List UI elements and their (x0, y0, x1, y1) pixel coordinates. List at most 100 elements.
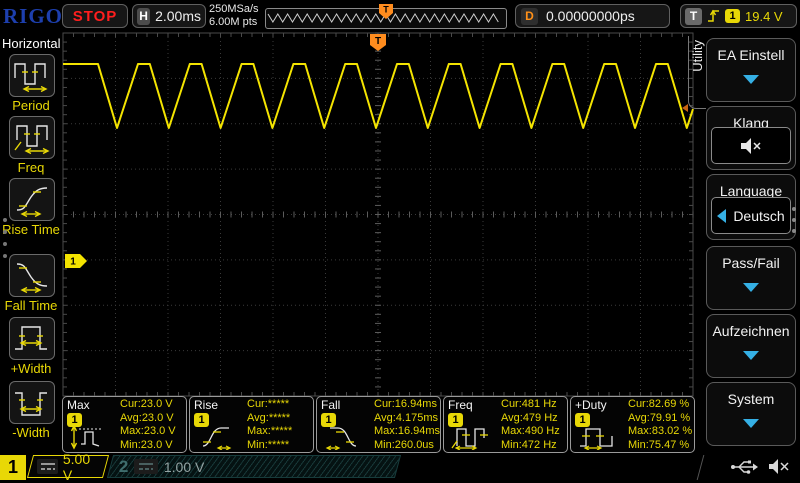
run-state-label: STOP (72, 7, 118, 25)
acquisition-readout: 250MSa/s 6.00M pts (209, 3, 259, 29)
trigger-position-icon[interactable]: T (378, 3, 394, 21)
measurement-value-row: Min:***** (247, 438, 290, 451)
menu-item-period[interactable] (9, 54, 55, 97)
menu-item-label: -Width (12, 425, 50, 440)
chevron-down-icon (743, 75, 759, 84)
softkey-label: Pass/Fail (722, 255, 780, 271)
minus-width-icon (15, 391, 47, 416)
trigger-source-badge: 1 (725, 9, 740, 23)
softkey-label: Aufzeichnen (712, 323, 790, 339)
left-menu-page-dots (3, 210, 7, 266)
plus-width-icon (15, 325, 47, 350)
measurement-value-row: Max:16.94ms (374, 425, 441, 437)
measurement-value-row: Cur:481 Hz (501, 398, 557, 410)
measurement-name: Freq (448, 398, 473, 412)
menu-item-minus-width[interactable] (9, 381, 55, 424)
freq-meas-icon (451, 428, 488, 450)
measurement-value-row: Min:472 Hz (501, 438, 557, 451)
softkey-aufzeichnen[interactable]: Aufzeichnen (706, 314, 796, 378)
measurement-panel-freq[interactable]: Freq 1 Cur:481 Hz Avg:479 Hz Max:490 Hz … (443, 396, 568, 453)
measurement-value-row: Max:83.02 % (628, 425, 693, 437)
t-badge: T (685, 7, 702, 25)
usb-icon (731, 460, 758, 474)
softkey-language[interactable]: Language Deutsch (706, 174, 796, 240)
channel2-badge: 2 (119, 456, 129, 476)
plus-duty-icon (580, 428, 613, 450)
sound-toggle[interactable] (711, 127, 791, 164)
speaker-muted-icon (769, 459, 789, 474)
chevron-down-icon (743, 283, 759, 292)
measurement-row: Max 1 Cur:23.0 V Avg:23.0 V Max:23.0 V M… (62, 396, 698, 454)
fall-time-icon (16, 262, 48, 293)
menu-item-fall-time[interactable] (9, 254, 55, 297)
trigger-readout: T 1 19.4 V (680, 4, 797, 28)
measurement-panel-plus-duty[interactable]: +Duty 1 Cur:82.69 % Avg:79.91 % Max:83.0… (570, 396, 695, 453)
menu-item-rise-time[interactable] (9, 178, 55, 221)
measurement-panel-fall[interactable]: Fall 1 Cur:16.94ms Avg:4.175ms Max:16.94… (316, 396, 441, 453)
right-menu-page-dots (792, 200, 796, 240)
measurement-value-row: Max:490 Hz (501, 425, 560, 437)
measurement-value-row: Max:23.0 V (120, 425, 176, 437)
bottom-bar: 1 5.00 V 2 1.00 V (0, 451, 800, 483)
top-bar: RIGOL STOP H 2.00ms 250MSa/s 6.00M pts T… (0, 0, 800, 32)
menu-item-freq[interactable] (9, 116, 55, 159)
softkey-label: System (727, 391, 775, 407)
menu-item-plus-width[interactable] (9, 317, 55, 360)
menu-item-label: Rise Time (2, 222, 60, 237)
softkey-ea-einstell[interactable]: EA Einstell (706, 38, 796, 102)
measurement-panel-max[interactable]: Max 1 Cur:23.0 V Avg:23.0 V Max:23.0 V M… (62, 396, 187, 453)
menu-item-label: Period (12, 98, 50, 113)
menu-item-label: Fall Time (4, 298, 58, 313)
softkey-klang[interactable]: Klang (706, 106, 796, 170)
softkey-pass-fail[interactable]: Pass/Fail (706, 246, 796, 310)
memory-depth: 6.00M pts (209, 16, 258, 28)
measurement-name: +Duty (575, 398, 607, 412)
language-select[interactable]: Deutsch (711, 197, 791, 234)
measurement-value-row: Cur:23.0 V (120, 398, 173, 410)
divider (696, 455, 705, 480)
svg-text:T: T (375, 36, 381, 47)
measurement-value-row: Avg:4.175ms (374, 411, 439, 424)
delay-readout: D 0.00000000ps (515, 4, 670, 28)
measurement-name: Rise (194, 398, 219, 412)
dc-coupling-icon (37, 459, 59, 474)
measurement-value-row: Min:260.0us (374, 438, 434, 451)
measurement-name: Max (67, 398, 90, 412)
measurement-value-row: Min:75.47 % (628, 438, 690, 451)
speaker-muted-icon (741, 137, 761, 154)
channel2-scale-value: 1.00 V (164, 458, 205, 475)
menu-item-label: Freq (17, 160, 45, 175)
measurement-value-row: Cur:***** (247, 398, 290, 410)
rising-edge-icon (708, 9, 719, 22)
utility-pointer-icon (682, 104, 688, 112)
d-badge: D (521, 7, 538, 25)
run-state-indicator: STOP (62, 4, 128, 28)
softkey-system[interactable]: System (706, 382, 796, 446)
channel2-scale[interactable]: 2 1.00 V (106, 455, 402, 478)
rise-meas-icon (202, 427, 232, 450)
left-menu-title: Horizontal (2, 36, 61, 51)
freq-icon (14, 124, 50, 154)
trigger-level-value: 19.4 V (745, 8, 783, 24)
channel1-badge[interactable]: 1 (0, 455, 26, 480)
delay-value: 0.00000000ps (546, 8, 635, 24)
max-icon (70, 424, 102, 450)
waveform-preview-bar[interactable]: T (265, 4, 507, 29)
measurement-value-row: Avg:***** (247, 411, 291, 424)
measurement-name: Fall (321, 398, 341, 412)
language-value: Deutsch (733, 207, 785, 224)
period-icon (14, 62, 48, 92)
channel1-scale-value: 5.00 V (63, 450, 91, 483)
measurement-value-row: Max:***** (247, 425, 293, 437)
menu-item-label: +Width (10, 361, 52, 376)
softkey-label: EA Einstell (717, 47, 785, 63)
status-icons (730, 458, 791, 475)
rise-time-icon (16, 186, 48, 217)
measurement-value-row: Cur:82.69 % (628, 398, 690, 410)
channel1-scale[interactable]: 5.00 V (26, 451, 110, 483)
measurement-value-row: Avg:479 Hz (501, 411, 558, 424)
measurement-panel-rise[interactable]: Rise 1 Cur:***** Avg:***** Max:***** Min… (189, 396, 314, 453)
sample-rate: 250MSa/s (209, 3, 259, 15)
measurement-value-row: Cur:16.94ms (374, 398, 437, 410)
svg-text:1: 1 (70, 257, 76, 268)
